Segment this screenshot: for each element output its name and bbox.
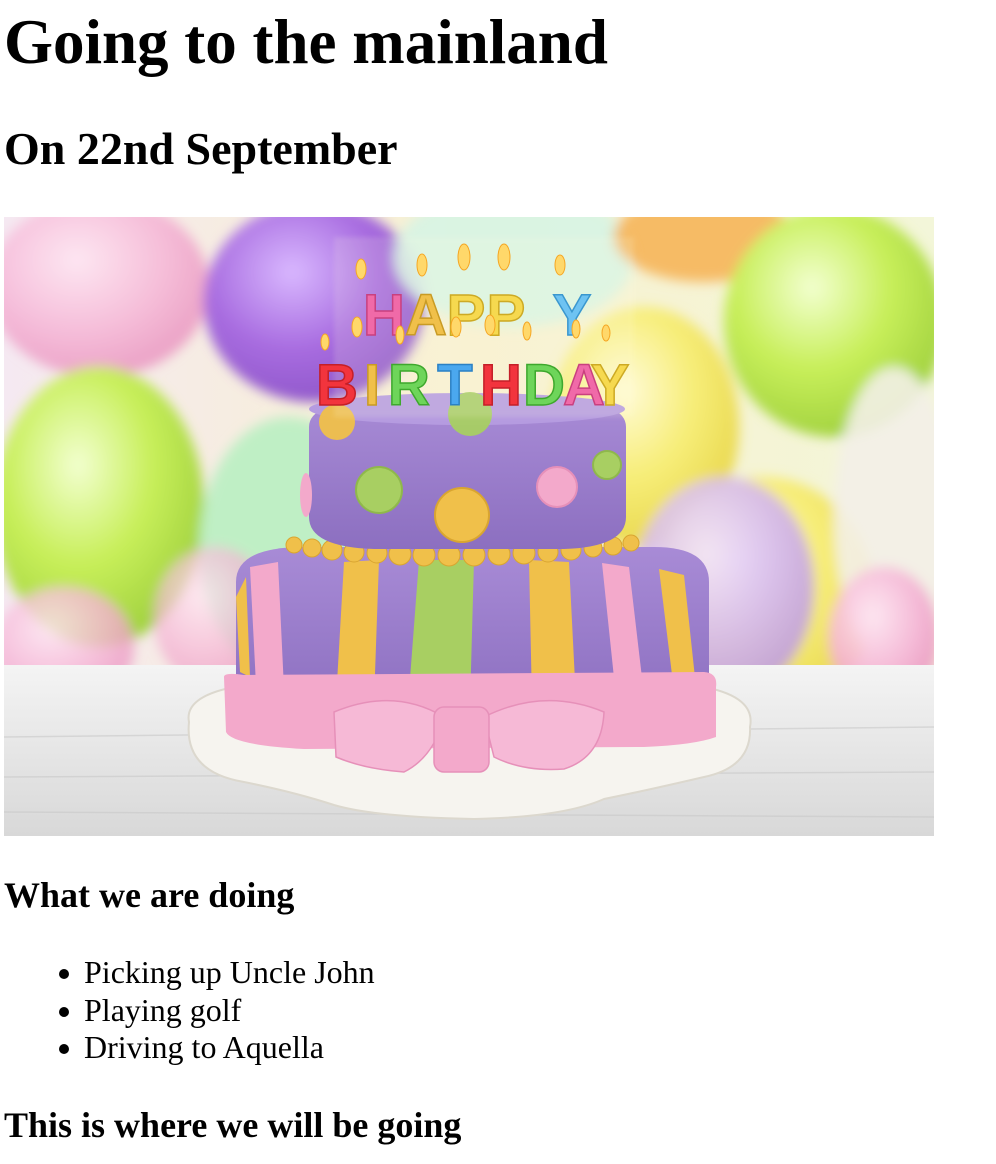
list-item: Playing golf — [59, 991, 784, 1030]
candle-letter-a: A — [405, 283, 447, 348]
candle-letter-y2: Y — [591, 353, 630, 418]
bullet-icon — [59, 969, 69, 979]
destination-heading: This is where we will be going — [4, 1105, 462, 1145]
candle-letter-i: I — [364, 353, 380, 418]
bullet-icon — [59, 1006, 69, 1017]
page-subtitle: On 22nd September — [4, 123, 398, 174]
birthday-cake-image: H A P P Y B I R T H D A Y — [4, 217, 934, 836]
candle-letter-t: T — [437, 353, 472, 418]
list-item-label: Driving to Aquella — [84, 1029, 324, 1065]
page-title: Going to the mainland — [4, 7, 608, 77]
candle-letter-d: D — [523, 353, 565, 418]
list-item: Driving to Aquella — [59, 1029, 784, 1067]
list-item-label: Playing golf — [84, 991, 242, 1028]
candle-letter-y: Y — [553, 283, 592, 348]
candle-letter-p2: P — [487, 283, 526, 348]
candle-letter-b: B — [316, 353, 358, 418]
candle-letter-h2: H — [480, 353, 522, 418]
candle-letter-r: R — [388, 353, 430, 418]
list-item: Picking up Uncle John — [59, 954, 784, 992]
activities-list: Picking up Uncle John Playing golf Drivi… — [4, 954, 784, 1067]
bullet-icon — [59, 1044, 69, 1054]
candle-letter-p: P — [447, 283, 486, 348]
activities-heading: What we are doing — [4, 875, 295, 915]
list-item-label: Picking up Uncle John — [84, 954, 375, 990]
